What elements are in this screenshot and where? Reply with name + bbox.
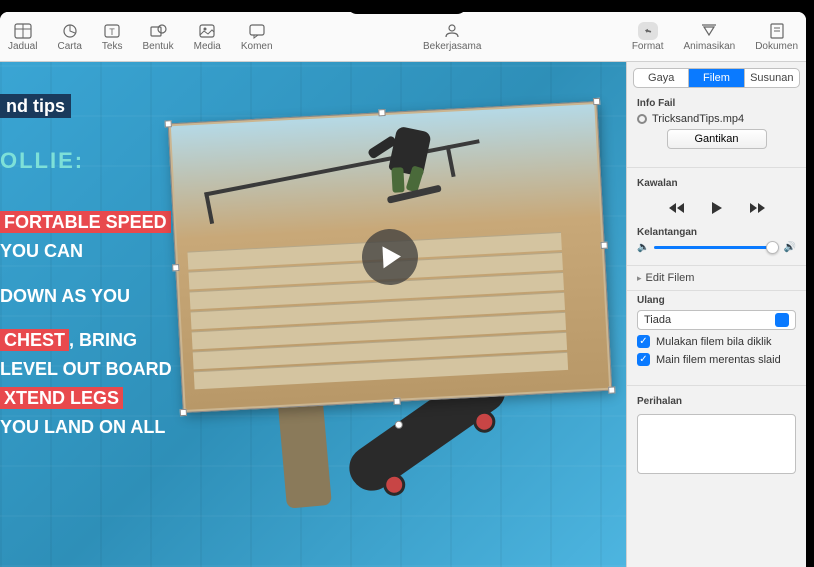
format-inspector: Gaya Filem Susunan Info Fail TricksandTi… — [626, 62, 806, 567]
checkbox-icon: ✓ — [637, 335, 650, 348]
filename-text: TricksandTips.mp4 — [652, 113, 744, 125]
video-object[interactable] — [168, 101, 613, 413]
toolbar-animasikan[interactable]: Animasikan — [684, 22, 736, 52]
edit-filem-disclosure[interactable]: Edit Filem — [627, 265, 806, 291]
resize-handle[interactable] — [172, 264, 179, 271]
resize-handle[interactable] — [165, 120, 172, 127]
toolbar: Jadual Carta T Teks Bentuk Media Komen — [0, 12, 806, 62]
gantikan-button[interactable]: Gantikan — [667, 129, 767, 149]
document-icon — [767, 22, 787, 40]
resize-handle[interactable] — [393, 398, 400, 405]
kawalan-heading: Kawalan — [637, 178, 796, 189]
tab-gaya[interactable]: Gaya — [634, 69, 689, 87]
format-icon — [638, 22, 658, 40]
toolbar-dokumen[interactable]: Dokumen — [755, 22, 798, 52]
table-icon — [13, 22, 33, 40]
collaborate-icon — [442, 22, 462, 40]
perihalan-textarea[interactable] — [637, 414, 796, 474]
mulakan-checkbox-row[interactable]: ✓ Mulakan filem bila diklik — [637, 335, 796, 348]
media-icon — [197, 22, 217, 40]
svg-text:T: T — [109, 27, 115, 37]
slide-canvas[interactable]: nd tips OLLIE: FORTABLE SPEED YOU CAN DO… — [0, 62, 626, 567]
file-status-icon — [637, 114, 647, 124]
toolbar-carta[interactable]: Carta — [57, 22, 81, 52]
resize-handle[interactable] — [593, 98, 600, 105]
toolbar-teks[interactable]: T Teks — [102, 22, 123, 52]
resize-handle[interactable] — [180, 409, 187, 416]
toolbar-komen[interactable]: Komen — [241, 22, 273, 52]
forward-button[interactable] — [746, 197, 768, 219]
kelantangan-heading: Kelantangan — [637, 227, 796, 238]
chart-icon — [60, 22, 80, 40]
text-icon: T — [102, 22, 122, 40]
volume-min-icon: 🔈 — [637, 242, 649, 253]
perihalan-heading: Perihalan — [637, 396, 796, 407]
resize-handle[interactable] — [608, 386, 615, 393]
shape-icon — [148, 22, 168, 40]
resize-handle[interactable] — [378, 109, 385, 116]
resize-handle[interactable] — [601, 242, 608, 249]
info-fail-heading: Info Fail — [637, 98, 796, 109]
slide-text: nd tips OLLIE: FORTABLE SPEED YOU CAN DO… — [0, 92, 172, 442]
toolbar-format[interactable]: Format — [632, 22, 664, 52]
toolbar-bekerjasama[interactable]: Bekerjasama — [423, 22, 481, 52]
inspector-tabs: Gaya Filem Susunan — [633, 68, 800, 88]
checkbox-icon: ✓ — [637, 353, 650, 366]
tab-susunan[interactable]: Susunan — [745, 69, 799, 87]
comment-icon — [247, 22, 267, 40]
ulang-heading: Ulang — [637, 295, 796, 306]
toolbar-jadual[interactable]: Jadual — [8, 22, 37, 52]
rewind-button[interactable] — [666, 197, 688, 219]
play-button[interactable] — [706, 197, 728, 219]
tab-filem[interactable]: Filem — [689, 69, 744, 87]
toolbar-media[interactable]: Media — [194, 22, 221, 52]
volume-slider[interactable] — [654, 246, 778, 249]
toolbar-bentuk[interactable]: Bentuk — [142, 22, 173, 52]
animate-icon — [699, 22, 719, 40]
filename-row: TricksandTips.mp4 — [637, 113, 796, 125]
volume-max-icon: 🔊 — [784, 242, 796, 253]
ulang-dropdown[interactable]: Tiada ▴▾ — [637, 310, 796, 330]
main-merentas-checkbox-row[interactable]: ✓ Main filem merentas slaid — [637, 353, 796, 366]
